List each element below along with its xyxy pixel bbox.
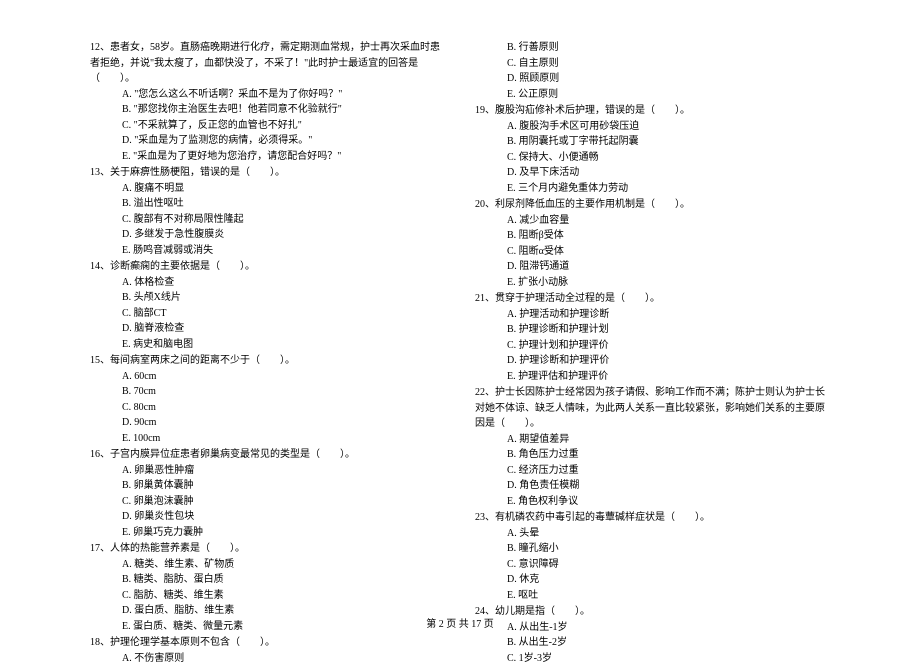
question-21: 21、贯穿于护理活动全过程的是（ ）。 A. 护理活动和护理诊断 B. 护理诊断… <box>475 291 830 384</box>
q14-opt-c: C. 脑部CT <box>90 306 445 322</box>
q13-text: 13、关于麻痹性肠梗阻，错误的是（ ）。 <box>90 165 445 181</box>
q16-opt-d: D. 卵巢炎性包块 <box>90 509 445 525</box>
q14-opt-a: A. 体格检查 <box>90 275 445 291</box>
question-13: 13、关于麻痹性肠梗阻，错误的是（ ）。 A. 腹痛不明显 B. 溢出性呕吐 C… <box>90 165 445 258</box>
q18-text: 18、护理伦理学基本原则不包含（ ）。 <box>90 635 445 651</box>
q16-opt-b: B. 卵巢黄体囊肿 <box>90 478 445 494</box>
q15-text: 15、每间病室两床之间的距离不少于（ ）。 <box>90 353 445 369</box>
q14-opt-e: E. 病史和脑电图 <box>90 337 445 353</box>
q14-opt-d: D. 脑脊液检查 <box>90 321 445 337</box>
q19-opt-d: D. 及早下床活动 <box>475 165 830 181</box>
q21-opt-d: D. 护理诊断和护理评价 <box>475 353 830 369</box>
q22-opt-a: A. 期望值差异 <box>475 432 830 448</box>
q19-opt-e: E. 三个月内避免重体力劳动 <box>475 181 830 197</box>
q16-opt-a: A. 卵巢恶性肿瘤 <box>90 463 445 479</box>
question-18-continued: B. 行善原则 C. 自主原则 D. 照顾原则 E. 公正原则 <box>475 40 830 102</box>
q23-opt-e: E. 呕吐 <box>475 588 830 604</box>
q12-opt-b: B. "那您找你主治医生去吧！他若同意不化验就行" <box>90 102 445 118</box>
q20-opt-a: A. 减少血容量 <box>475 213 830 229</box>
question-22: 22、护士长因陈护士经常因为孩子请假、影响工作而不满；陈护士则认为护士长对她不体… <box>475 385 830 509</box>
q12-opt-a: A. "您怎么这么不听话啊？采血不是为了你好吗？" <box>90 87 445 103</box>
question-15: 15、每间病室两床之间的距离不少于（ ）。 A. 60cm B. 70cm C.… <box>90 353 445 446</box>
q12-opt-e: E. "采血是为了更好地为您治疗，请您配合好吗？" <box>90 149 445 165</box>
q24-opt-c: C. 1岁-3岁 <box>475 651 830 667</box>
q16-text: 16、子宫内膜异位症患者卵巢病变最常见的类型是（ ）。 <box>90 447 445 463</box>
q12-opt-d: D. "采血是为了监测您的病情，必须得采。" <box>90 133 445 149</box>
q17-opt-b: B. 糖类、脂肪、蛋白质 <box>90 572 445 588</box>
q14-opt-b: B. 头颅X线片 <box>90 290 445 306</box>
q18-opt-e: E. 公正原则 <box>475 87 830 103</box>
q24-opt-b: B. 从出生-2岁 <box>475 635 830 651</box>
q19-text: 19、腹股沟疝修补术后护理，错误的是（ ）。 <box>475 103 830 119</box>
question-19: 19、腹股沟疝修补术后护理，错误的是（ ）。 A. 腹股沟手术区可用砂袋压迫 B… <box>475 103 830 196</box>
q21-opt-a: A. 护理活动和护理诊断 <box>475 307 830 323</box>
q17-text: 17、人体的热能营养素是（ ）。 <box>90 541 445 557</box>
q21-opt-b: B. 护理诊断和护理计划 <box>475 322 830 338</box>
q13-opt-a: A. 腹痛不明显 <box>90 181 445 197</box>
q13-opt-d: D. 多继发于急性腹膜炎 <box>90 227 445 243</box>
q19-opt-b: B. 用阴囊托或丁字带托起阴囊 <box>475 134 830 150</box>
question-14: 14、诊断癫痫的主要依据是（ ）。 A. 体格检查 B. 头颅X线片 C. 脑部… <box>90 259 445 352</box>
question-20: 20、利尿剂降低血压的主要作用机制是（ ）。 A. 减少血容量 B. 阻断β受体… <box>475 197 830 290</box>
q20-opt-b: B. 阻断β受体 <box>475 228 830 244</box>
q15-opt-c: C. 80cm <box>90 400 445 416</box>
q18-opt-d: D. 照顾原则 <box>475 71 830 87</box>
q16-opt-e: E. 卵巢巧克力囊肿 <box>90 525 445 541</box>
q19-opt-c: C. 保持大、小便通畅 <box>475 150 830 166</box>
q18-opt-a: A. 不伤害原则 <box>90 651 445 667</box>
question-12: 12、患者女，58岁。直肠癌晚期进行化疗，需定期测血常规，护士再次采血时患者拒绝… <box>90 40 445 164</box>
question-24: 24、幼儿期是指（ ）。 A. 从出生-1岁 B. 从出生-2岁 C. 1岁-3… <box>475 604 830 666</box>
page-columns: 12、患者女，58岁。直肠癌晚期进行化疗，需定期测血常规，护士再次采血时患者拒绝… <box>90 40 830 667</box>
question-18: 18、护理伦理学基本原则不包含（ ）。 A. 不伤害原则 <box>90 635 445 666</box>
q20-opt-d: D. 阻滞钙通道 <box>475 259 830 275</box>
q22-opt-b: B. 角色压力过重 <box>475 447 830 463</box>
q19-opt-a: A. 腹股沟手术区可用砂袋压迫 <box>475 119 830 135</box>
q22-text: 22、护士长因陈护士经常因为孩子请假、影响工作而不满；陈护士则认为护士长对她不体… <box>475 385 830 432</box>
q13-opt-b: B. 溢出性呕吐 <box>90 196 445 212</box>
q20-opt-e: E. 扩张小动脉 <box>475 275 830 291</box>
q15-opt-d: D. 90cm <box>90 415 445 431</box>
q23-opt-a: A. 头晕 <box>475 526 830 542</box>
q15-opt-e: E. 100cm <box>90 431 445 447</box>
q12-text: 12、患者女，58岁。直肠癌晚期进行化疗，需定期测血常规，护士再次采血时患者拒绝… <box>90 40 445 87</box>
question-23: 23、有机磷农药中毒引起的毒蕈碱样症状是（ ）。 A. 头晕 B. 瞳孔缩小 C… <box>475 510 830 603</box>
q20-opt-c: C. 阻断α受体 <box>475 244 830 260</box>
q23-opt-c: C. 意识障碍 <box>475 557 830 573</box>
q23-opt-b: B. 瞳孔缩小 <box>475 541 830 557</box>
q22-opt-d: D. 角色责任模糊 <box>475 478 830 494</box>
right-column: B. 行善原则 C. 自主原则 D. 照顾原则 E. 公正原则 19、腹股沟疝修… <box>475 40 830 667</box>
question-16: 16、子宫内膜异位症患者卵巢病变最常见的类型是（ ）。 A. 卵巢恶性肿瘤 B.… <box>90 447 445 540</box>
q13-opt-c: C. 腹部有不对称局限性隆起 <box>90 212 445 228</box>
q17-opt-c: C. 脂肪、糖类、维生素 <box>90 588 445 604</box>
q22-opt-e: E. 角色权利争议 <box>475 494 830 510</box>
q17-opt-a: A. 糖类、维生素、矿物质 <box>90 557 445 573</box>
q18-opt-c: C. 自主原则 <box>475 56 830 72</box>
q21-opt-c: C. 护理计划和护理评价 <box>475 338 830 354</box>
q23-opt-d: D. 休克 <box>475 572 830 588</box>
q23-text: 23、有机磷农药中毒引起的毒蕈碱样症状是（ ）。 <box>475 510 830 526</box>
q13-opt-e: E. 肠鸣音减弱或消失 <box>90 243 445 259</box>
q12-opt-c: C. "不采就算了，反正您的血管也不好扎" <box>90 118 445 134</box>
q15-opt-a: A. 60cm <box>90 369 445 385</box>
q22-opt-c: C. 经济压力过重 <box>475 463 830 479</box>
q20-text: 20、利尿剂降低血压的主要作用机制是（ ）。 <box>475 197 830 213</box>
q16-opt-c: C. 卵巢泡沫囊肿 <box>90 494 445 510</box>
left-column: 12、患者女，58岁。直肠癌晚期进行化疗，需定期测血常规，护士再次采血时患者拒绝… <box>90 40 445 667</box>
q21-opt-e: E. 护理评估和护理评价 <box>475 369 830 385</box>
q18-opt-b: B. 行善原则 <box>475 40 830 56</box>
page-footer: 第 2 页 共 17 页 <box>0 615 920 630</box>
q21-text: 21、贯穿于护理活动全过程的是（ ）。 <box>475 291 830 307</box>
q15-opt-b: B. 70cm <box>90 384 445 400</box>
q14-text: 14、诊断癫痫的主要依据是（ ）。 <box>90 259 445 275</box>
